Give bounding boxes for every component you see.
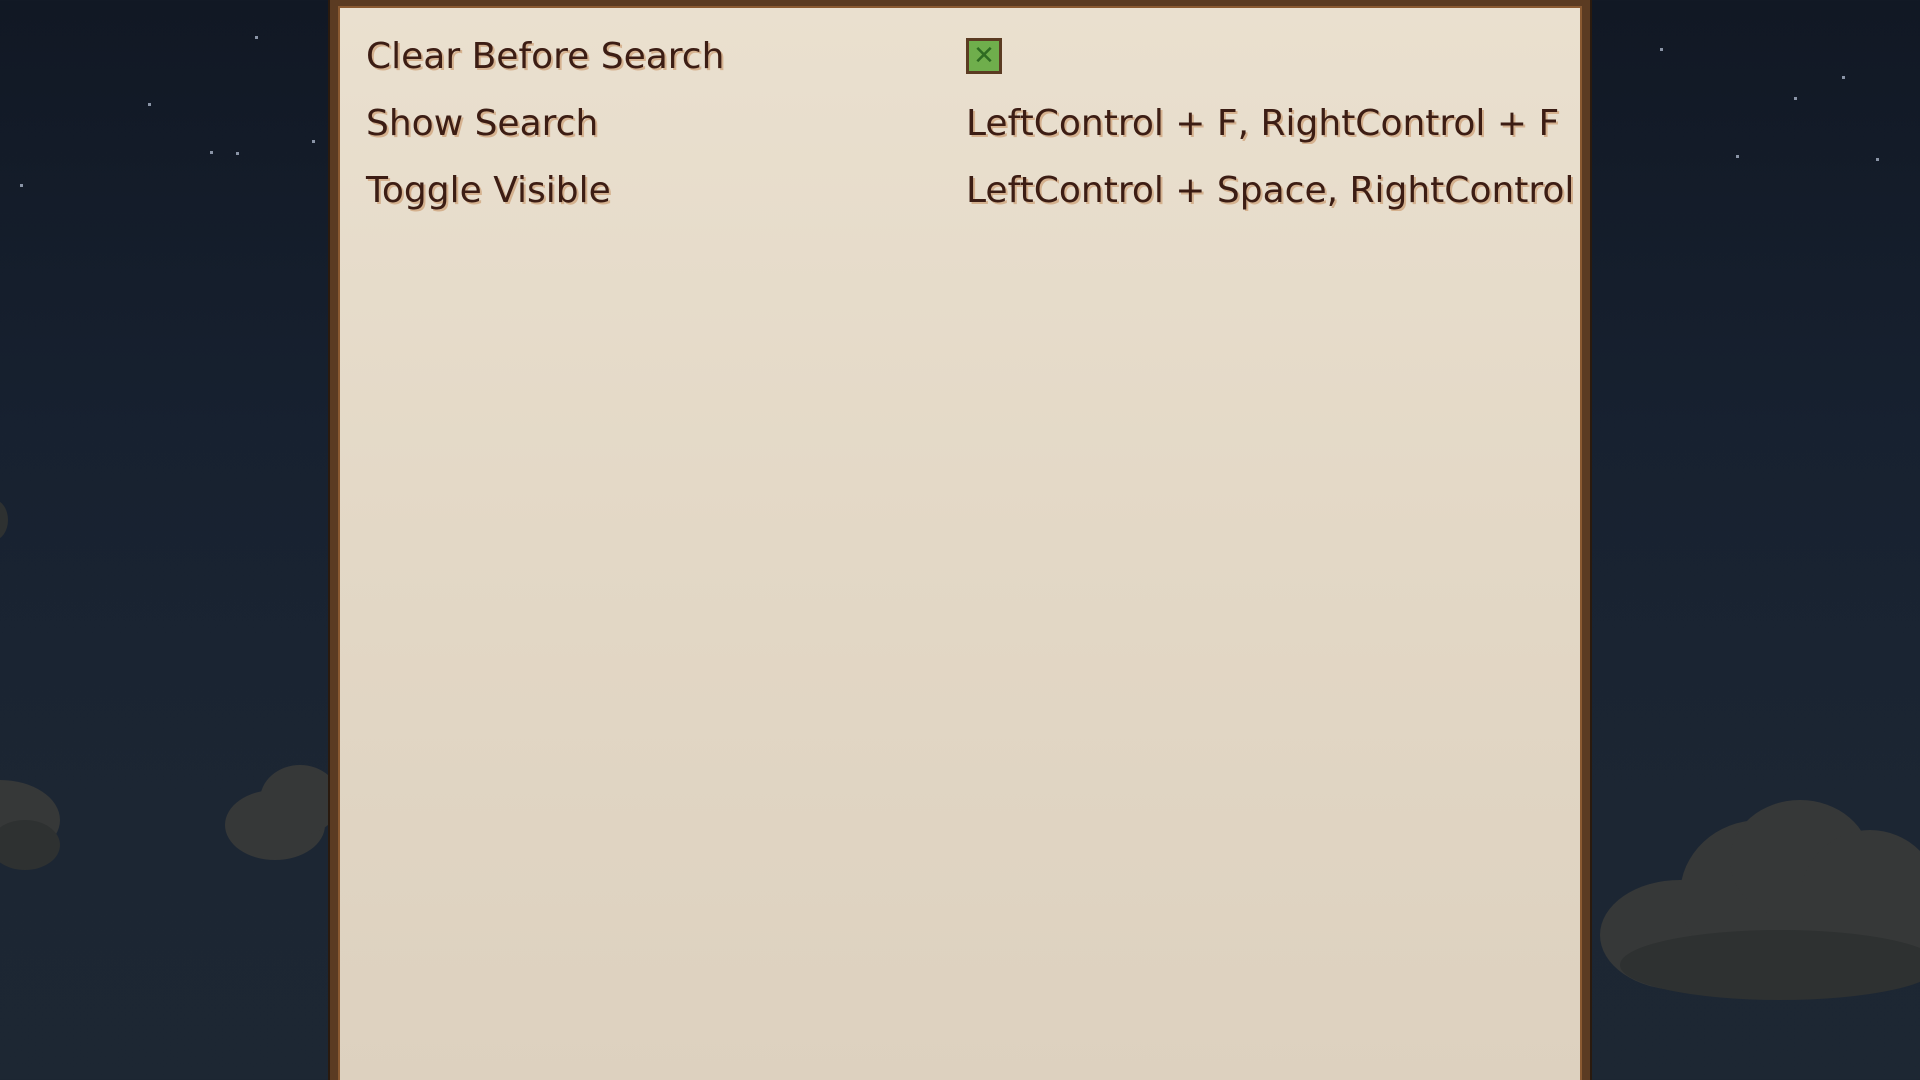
option-label: Show Search [366,102,599,144]
star [1794,97,1797,100]
star [1876,158,1879,161]
star [312,140,315,143]
option-label: Toggle Visible [366,169,611,211]
cloud [0,500,8,540]
option-row-toggle-visible: Toggle Visible LeftControl + Space, Righ… [366,160,1586,220]
cloud [1620,930,1920,1000]
star [236,152,239,155]
show-search-keybind[interactable]: LeftControl + F, RightControl + F [966,103,1586,144]
option-row-show-search: Show Search LeftControl + F, RightContro… [366,93,1586,153]
clear-before-search-checkbox[interactable]: ✕ [966,38,1002,74]
star [255,36,258,39]
star [1842,76,1845,79]
option-label: Clear Before Search [366,35,725,77]
option-row-clear-before-search: Clear Before Search ✕ [366,26,1586,86]
star [1736,155,1739,158]
check-x-icon: ✕ [973,41,995,71]
star [1660,48,1663,51]
star [210,151,213,154]
star [148,103,151,106]
star [20,184,23,187]
cloud [0,820,60,870]
toggle-visible-keybind[interactable]: LeftControl + Space, RightControl + Spac… [966,170,1586,211]
cloud [260,765,340,835]
options-panel: Clear Before Search ✕ Show Search LeftCo… [330,0,1590,1080]
